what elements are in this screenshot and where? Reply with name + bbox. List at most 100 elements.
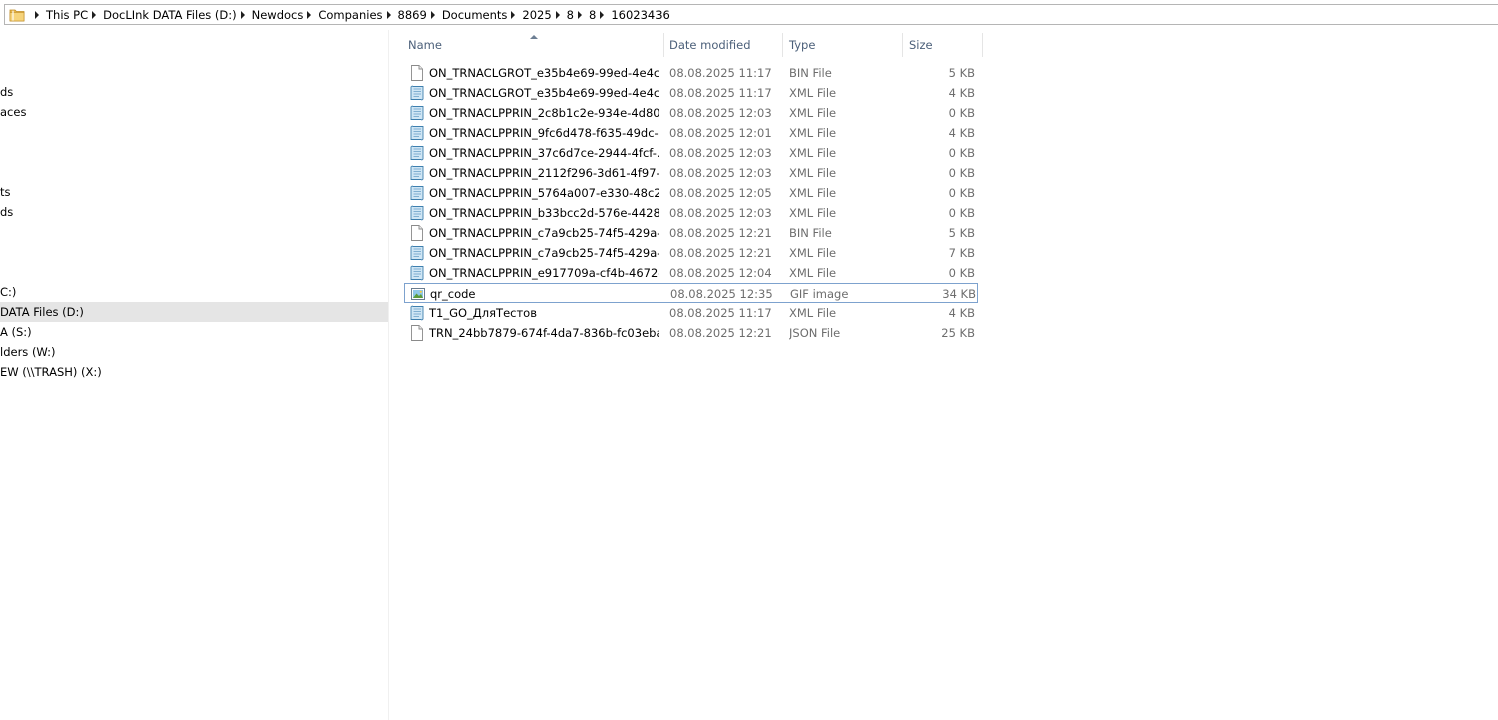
file-size: 4 KB — [948, 306, 975, 320]
file-date-modified: 08.08.2025 12:03 — [669, 206, 772, 220]
xml-file-icon — [410, 145, 424, 161]
file-row[interactable]: TRN_24bb7879-674f-4da7-836b-fc03eba8... 0… — [404, 323, 978, 343]
file-date-modified: 08.08.2025 12:01 — [669, 126, 772, 140]
nav-item[interactable]: DATA Files (D:) — [0, 302, 388, 322]
file-size: 0 KB — [948, 166, 975, 180]
file-date-modified: 08.08.2025 12:21 — [669, 326, 772, 340]
chevron-right-icon[interactable] — [240, 10, 245, 19]
file-type: BIN File — [789, 226, 832, 240]
column-header-date-label: Date modified — [669, 38, 751, 52]
file-name: ON_TRNACLPPRIN_9fc6d478-f635-49dc-... — [429, 126, 659, 140]
breadcrumb-item[interactable]: 2025 — [522, 8, 551, 22]
file-row[interactable]: ON_TRNACLPPRIN_e917709a-cf4b-4672-... 08.… — [404, 263, 978, 283]
nav-item-label: A (S:) — [0, 325, 32, 339]
file-row[interactable]: ON_TRNACLPPRIN_c7a9cb25-74f5-429a-... 08.… — [404, 223, 978, 243]
file-row[interactable]: ON_TRNACLPPRIN_37c6d7ce-2944-4fcf-... 08.… — [404, 143, 978, 163]
column-header-type-label: Type — [789, 38, 816, 52]
blank-file-icon — [410, 325, 424, 341]
file-date-modified: 08.08.2025 12:21 — [669, 226, 772, 240]
column-header-type[interactable]: Type — [783, 33, 903, 57]
file-date-modified: 08.08.2025 12:03 — [669, 106, 772, 120]
nav-item[interactable]: lders (W:) — [0, 342, 388, 362]
file-type: XML File — [789, 306, 837, 320]
breadcrumb-item[interactable]: Companies — [318, 8, 382, 22]
nav-item[interactable]: A (S:) — [0, 322, 388, 342]
file-type: XML File — [789, 166, 837, 180]
file-row[interactable]: T1_GO_ДляТестов 08.08.2025 11:17 XML File 4… — [404, 303, 978, 323]
file-type: JSON File — [789, 326, 841, 340]
file-size: 4 KB — [948, 86, 975, 100]
file-size: 0 KB — [948, 206, 975, 220]
file-size: 0 KB — [948, 106, 975, 120]
xml-file-icon — [410, 265, 424, 281]
file-type: XML File — [789, 206, 837, 220]
breadcrumb-item[interactable]: This PC — [46, 8, 88, 22]
file-date-modified: 08.08.2025 12:03 — [669, 166, 772, 180]
file-size: 34 KB — [942, 287, 976, 301]
nav-item-label: C:) — [0, 285, 17, 299]
file-row[interactable]: ON_TRNACLPPRIN_2112f296-3d61-4f97-... 08.… — [404, 163, 978, 183]
chevron-right-icon[interactable] — [92, 10, 97, 19]
nav-item-label: DATA Files (D:) — [0, 305, 84, 319]
folder-icon — [9, 9, 25, 21]
nav-item[interactable]: aces — [0, 102, 388, 122]
breadcrumb: This PC DocLInk DATA Files (D:) Newdocs Com… — [31, 8, 670, 22]
file-date-modified: 08.08.2025 12:05 — [669, 186, 772, 200]
chevron-right-icon[interactable] — [600, 10, 605, 19]
nav-item[interactable]: C:) — [0, 282, 388, 302]
breadcrumb-item[interactable]: DocLInk DATA Files (D:) — [103, 8, 237, 22]
column-header-name-label: Name — [408, 38, 442, 52]
file-size: 4 KB — [948, 126, 975, 140]
column-header-size[interactable]: Size — [903, 33, 983, 57]
chevron-right-icon[interactable] — [555, 10, 560, 19]
file-size: 0 KB — [948, 266, 975, 280]
breadcrumb-item[interactable]: 16023436 — [611, 8, 670, 22]
chevron-right-icon[interactable] — [35, 10, 39, 19]
breadcrumb-item[interactable]: Newdocs — [252, 8, 304, 22]
xml-file-icon — [410, 165, 424, 181]
file-row[interactable]: ON_TRNACLGROT_e35b4e69-99ed-4e4c-... 08.0… — [404, 63, 978, 83]
file-row[interactable]: ON_TRNACLGROT_e35b4e69-99ed-4e4c-... 08.0… — [404, 83, 978, 103]
breadcrumb-item[interactable]: 8 — [567, 8, 574, 22]
file-type: GIF image — [790, 287, 849, 301]
chevron-right-icon[interactable] — [307, 10, 312, 19]
file-row[interactable]: ON_TRNACLPPRIN_c7a9cb25-74f5-429a-... 08.… — [404, 243, 978, 263]
file-name: TRN_24bb7879-674f-4da7-836b-fc03eba8... — [429, 326, 659, 340]
xml-file-icon — [410, 125, 424, 141]
nav-item[interactable]: EW (\\TRASH) (X:) — [0, 362, 388, 382]
address-bar[interactable]: This PC DocLInk DATA Files (D:) Newdocs Com… — [4, 4, 1498, 25]
column-header-name[interactable]: Name — [402, 33, 664, 57]
file-name: qr_code — [430, 287, 476, 301]
chevron-right-icon[interactable] — [430, 10, 435, 19]
sort-ascending-icon — [530, 35, 538, 39]
breadcrumb-item[interactable]: 8869 — [398, 8, 427, 22]
breadcrumb-item[interactable]: 8 — [589, 8, 596, 22]
navigation-pane[interactable]: ds aces ts ds C:) DATA Files (D:) A (S:) lders … — [0, 30, 389, 720]
chevron-right-icon[interactable] — [578, 10, 582, 19]
file-type: XML File — [789, 86, 837, 100]
file-row[interactable]: ON_TRNACLPPRIN_5764a007-e330-48c2-... 08.… — [404, 183, 978, 203]
xml-file-icon — [410, 205, 424, 221]
nav-item-label: ds — [0, 85, 14, 99]
file-row[interactable]: ON_TRNACLPPRIN_9fc6d478-f635-49dc-... 08.… — [404, 123, 978, 143]
breadcrumb-item[interactable]: Documents — [442, 8, 508, 22]
file-row[interactable]: ON_TRNACLPPRIN_b33bcc2d-576e-4428... 08.0… — [404, 203, 978, 223]
file-name: ON_TRNACLPPRIN_5764a007-e330-48c2-... — [429, 186, 659, 200]
file-date-modified: 08.08.2025 11:17 — [669, 306, 772, 320]
xml-file-icon — [410, 105, 424, 121]
file-date-modified: 08.08.2025 11:17 — [669, 86, 772, 100]
chevron-right-icon[interactable] — [511, 10, 516, 19]
column-header-date[interactable]: Date modified — [663, 33, 783, 57]
file-date-modified: 08.08.2025 12:21 — [669, 246, 772, 260]
file-row[interactable]: ON_TRNACLPPRIN_2c8b1c2e-934e-4d80... 08.0… — [404, 103, 978, 123]
file-row[interactable]: qr_code 08.08.2025 12:35 GIF image 34 KB — [404, 283, 978, 303]
file-name: ON_TRNACLPPRIN_b33bcc2d-576e-4428... — [429, 206, 659, 220]
image-file-icon — [411, 286, 425, 302]
file-name: ON_TRNACLPPRIN_c7a9cb25-74f5-429a-... — [429, 246, 659, 260]
chevron-right-icon[interactable] — [386, 10, 391, 19]
nav-item[interactable]: ds — [0, 202, 388, 222]
file-name: ON_TRNACLPPRIN_2c8b1c2e-934e-4d80... — [429, 106, 659, 120]
nav-item[interactable]: ds — [0, 82, 388, 102]
nav-item[interactable]: ts — [0, 182, 388, 202]
file-date-modified: 08.08.2025 12:03 — [669, 146, 772, 160]
